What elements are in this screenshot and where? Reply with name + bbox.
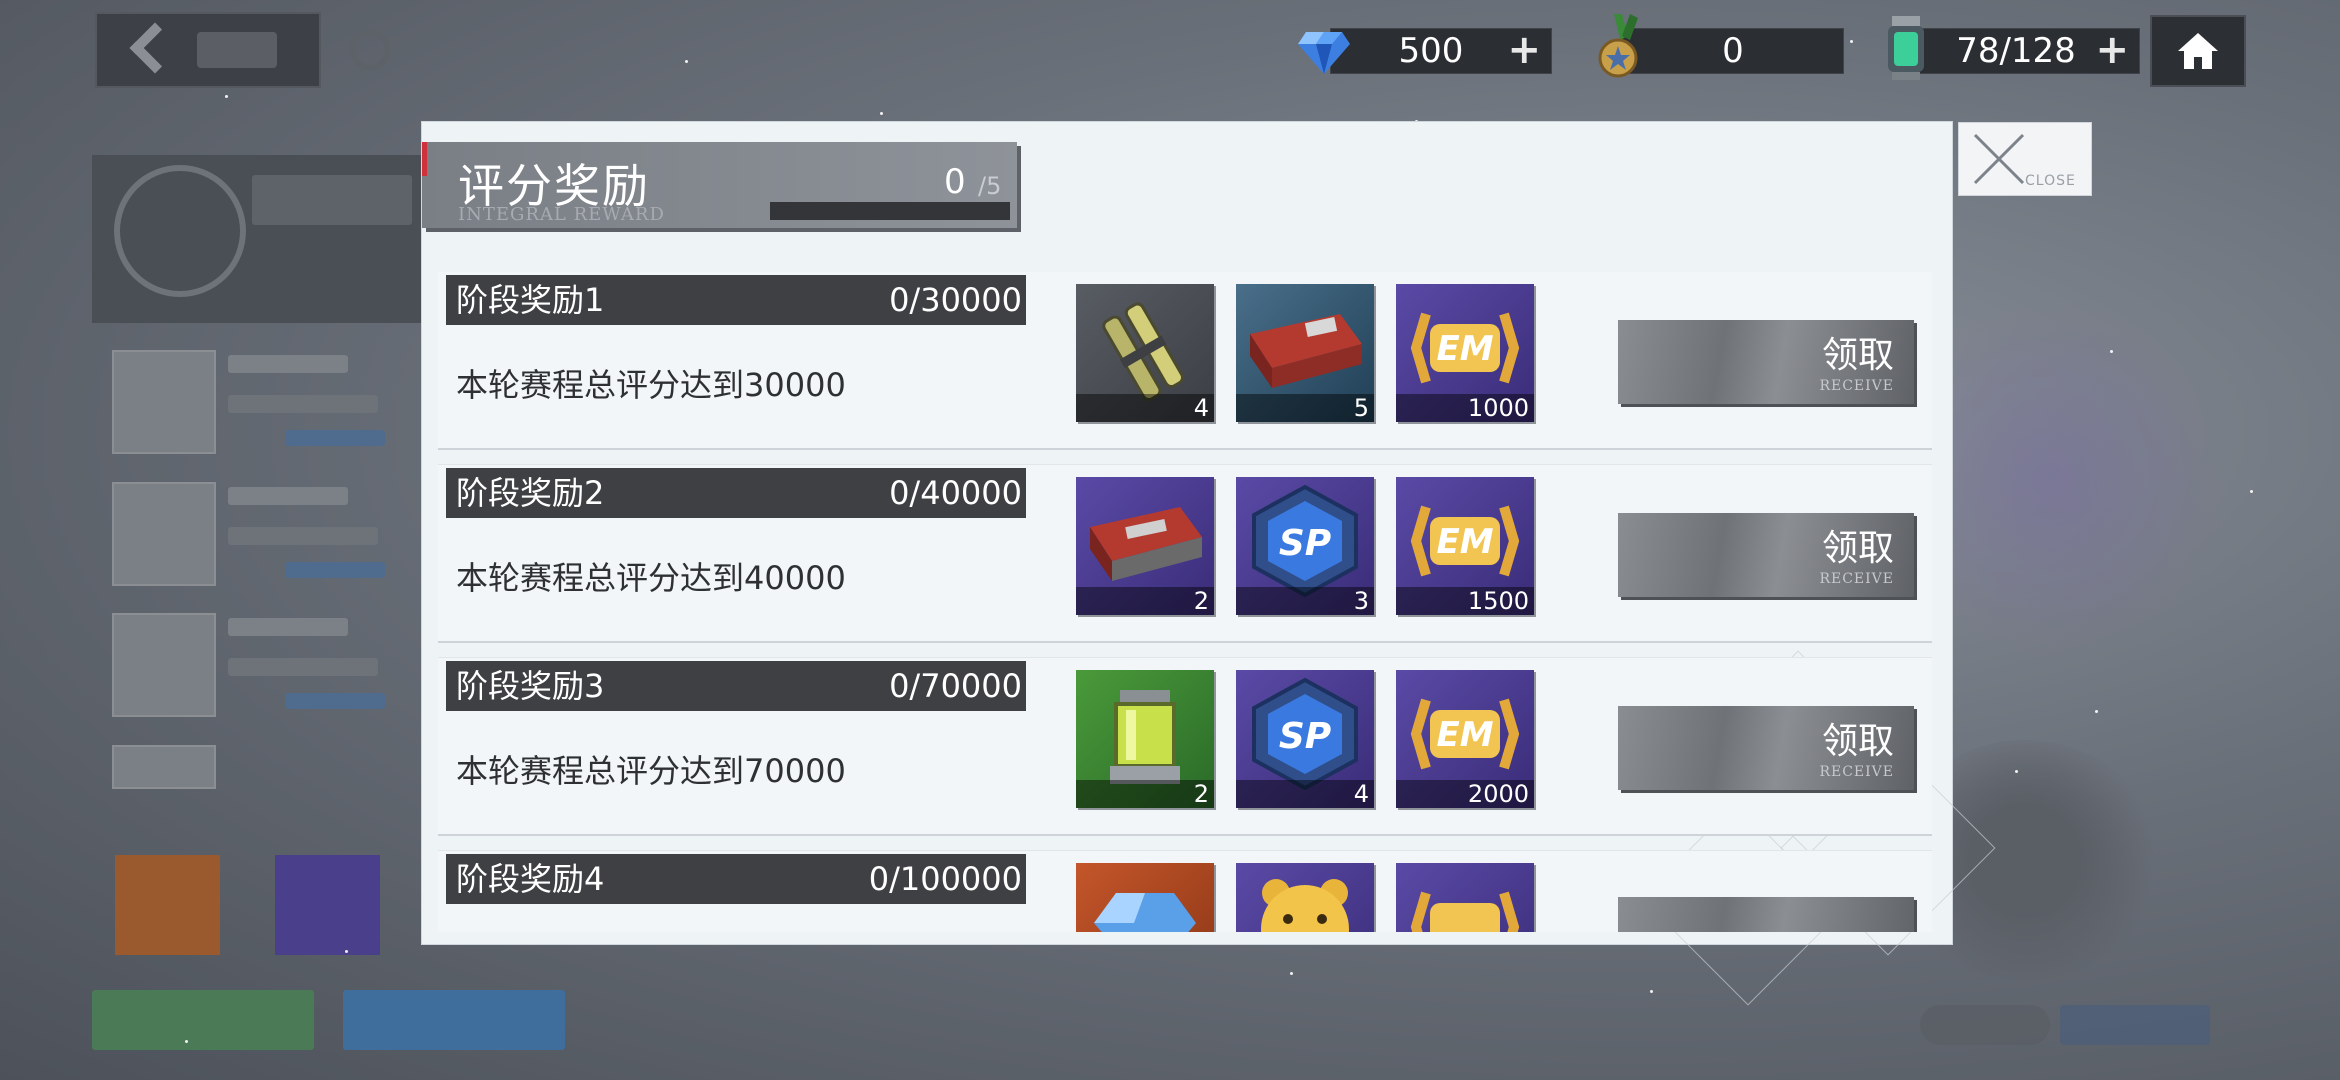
reward-item[interactable]: SP 4	[1236, 670, 1374, 808]
reward-item[interactable]: EM 2000	[1396, 670, 1534, 808]
item-quantity: 4	[1193, 394, 1209, 422]
svg-text:SP: SP	[1279, 716, 1331, 757]
reward-row: 阶段奖励2 0/40000 本轮赛程总评分达到40000 2 SP 3 EM 1…	[438, 465, 1932, 641]
rank-avatar	[112, 350, 216, 454]
reward-item[interactable]: 2	[1076, 670, 1214, 808]
reward-header: 阶段奖励4 0/100000	[446, 854, 1026, 904]
close-icon	[1973, 133, 2025, 185]
svg-text:EM: EM	[1436, 522, 1493, 562]
reward-header: 阶段奖励1 0/30000	[446, 275, 1026, 325]
reward-row: 阶段奖励3 0/70000 本轮赛程总评分达到70000 2 SP 4 EM 2…	[438, 658, 1932, 834]
reward-item[interactable]	[1236, 863, 1374, 932]
reward-description: 本轮赛程总评分达到40000	[456, 559, 846, 597]
bg-blue-button	[343, 990, 565, 1050]
claim-button[interactable]: 领取 RECEIVE	[1618, 706, 1914, 790]
reward-name: 阶段奖励1	[456, 281, 605, 319]
stamina-counter: 78/128 +	[1910, 28, 2140, 74]
accent-bar	[422, 142, 427, 176]
reward-description: 本轮赛程总评分达到30000	[456, 366, 846, 404]
reward-item[interactable]: 2	[1076, 477, 1214, 615]
item-quantity: 2	[1193, 587, 1209, 615]
claim-sublabel: RECEIVE	[1819, 764, 1894, 780]
item-quantity: 1000	[1467, 394, 1529, 422]
reward-progress: 0/100000	[868, 860, 1022, 898]
claim-label: 领取	[1821, 528, 1894, 569]
crystal-icon	[1094, 893, 1196, 932]
add-diamond-button[interactable]: +	[1507, 30, 1541, 70]
score-progress-bar	[770, 202, 1010, 220]
reward-name: 阶段奖励3	[456, 667, 605, 705]
reward-description: 本轮赛程总评分达到70000	[456, 752, 846, 790]
svg-text:SP: SP	[1279, 523, 1331, 564]
item-quantity: 4	[1353, 780, 1369, 808]
back-button[interactable]	[95, 12, 321, 88]
claim-button[interactable]	[1618, 897, 1914, 932]
item-quantity: 2	[1193, 780, 1209, 808]
item-quantity: 5	[1353, 394, 1369, 422]
svg-text:EM: EM	[1436, 715, 1493, 755]
player-card	[92, 155, 422, 323]
rank-avatar	[112, 613, 216, 717]
reward-item[interactable]: EM 1000	[1396, 284, 1534, 422]
home-icon	[2178, 33, 2218, 69]
home-button[interactable]	[2150, 15, 2246, 87]
svg-text:EM: EM	[1436, 329, 1493, 369]
claim-label: 领取	[1821, 335, 1894, 376]
reward-row: 阶段奖励1 0/30000 本轮赛程总评分达到30000 4 5 EM 1000…	[438, 272, 1932, 448]
medal-value: 0	[1722, 31, 1744, 71]
reward-item[interactable]	[1396, 863, 1534, 932]
diamond-value: 500	[1398, 31, 1464, 71]
add-stamina-button[interactable]: +	[2095, 30, 2129, 70]
emblem-icon	[114, 165, 246, 297]
diamond-icon	[1298, 32, 1350, 74]
em-badge-icon	[1410, 891, 1520, 932]
item-quantity: 2000	[1467, 780, 1529, 808]
item-quantity: 1500	[1467, 587, 1529, 615]
rank-avatar	[112, 745, 216, 789]
reward-progress: 0/30000	[889, 281, 1022, 319]
integral-reward-dialog: 评分奖励 INTEGRAL REWARD 0 /5 阶段奖励1 0/30000 …	[422, 122, 1996, 1006]
bg-green-button	[92, 990, 314, 1050]
reward-header: 阶段奖励2 0/40000	[446, 468, 1026, 518]
score-current: 0	[944, 162, 966, 202]
item-quantity: 3	[1353, 587, 1369, 615]
close-button[interactable]: CLOSE	[1958, 122, 2092, 196]
score-total: /5	[978, 172, 1002, 200]
close-label: CLOSE	[2025, 173, 2076, 189]
reward-item[interactable]: 5	[1236, 284, 1374, 422]
claim-button[interactable]: 领取 RECEIVE	[1618, 320, 1914, 404]
reward-row: 阶段奖励4 0/100000	[438, 851, 1932, 932]
rank-avatar	[112, 482, 216, 586]
reward-item[interactable]: SP 3	[1236, 477, 1374, 615]
reward-list[interactable]: 阶段奖励1 0/30000 本轮赛程总评分达到30000 4 5 EM 1000…	[438, 272, 1938, 932]
medal-icon	[1598, 14, 1638, 78]
reward-name: 阶段奖励2	[456, 474, 605, 512]
claim-button[interactable]: 领取 RECEIVE	[1618, 513, 1914, 597]
reward-header: 阶段奖励3 0/70000	[446, 661, 1026, 711]
bear-icon	[1261, 879, 1349, 932]
claim-sublabel: RECEIVE	[1819, 378, 1894, 394]
bg-item	[275, 855, 380, 955]
reward-item[interactable]: 4	[1076, 284, 1214, 422]
diamond-counter: 500 +	[1330, 28, 1552, 74]
reward-name: 阶段奖励4	[456, 860, 605, 898]
medal-counter: 0	[1622, 28, 1844, 74]
claim-sublabel: RECEIVE	[1819, 571, 1894, 587]
gear-icon[interactable]	[350, 30, 390, 70]
chevron-left-icon	[129, 22, 181, 74]
reward-progress: 0/70000	[889, 667, 1022, 705]
dialog-header: 评分奖励 INTEGRAL REWARD 0 /5	[422, 142, 1017, 228]
bg-item	[115, 855, 220, 955]
reward-item[interactable]: EM 1500	[1396, 477, 1534, 615]
stamina-canister-icon	[1888, 16, 1924, 80]
reward-item[interactable]	[1076, 863, 1214, 932]
dialog-subtitle: INTEGRAL REWARD	[458, 204, 665, 225]
reward-progress: 0/40000	[889, 474, 1022, 512]
claim-label: 领取	[1821, 721, 1894, 762]
stamina-value: 78/128	[1956, 31, 2076, 71]
